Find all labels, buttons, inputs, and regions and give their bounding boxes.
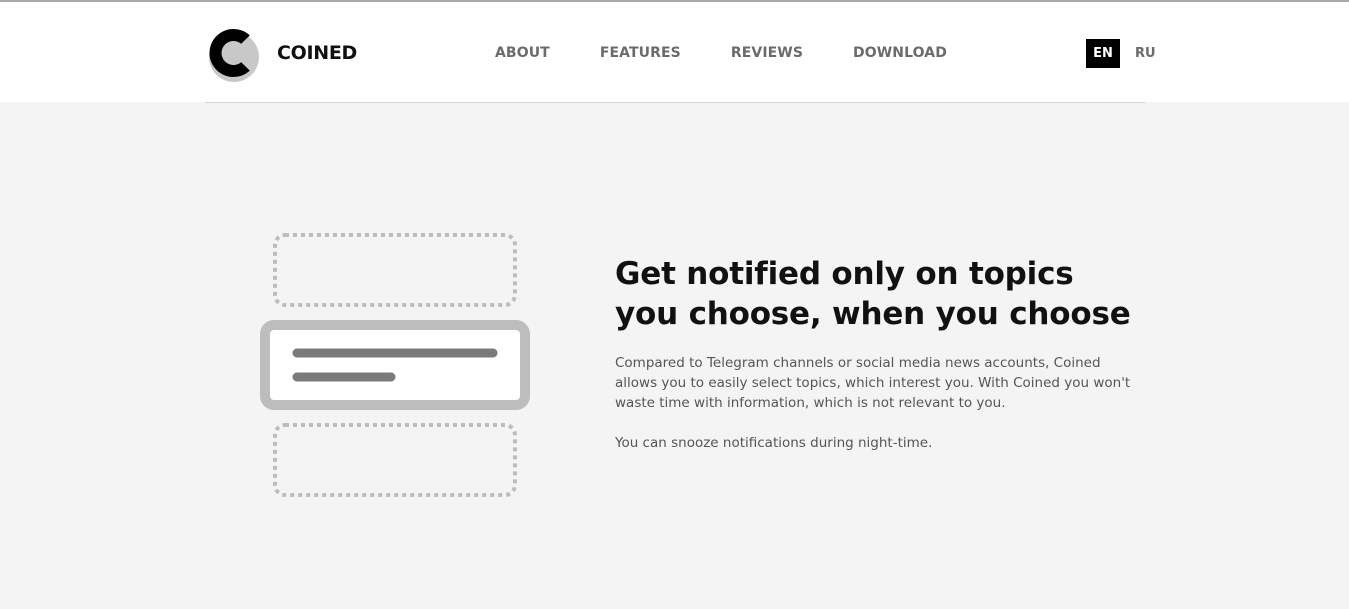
- feature-paragraph-1: Compared to Telegram channels or social …: [615, 355, 1131, 411]
- brand-name: COINED: [277, 42, 358, 64]
- dotted-card-bottom: [273, 423, 517, 497]
- nav-features[interactable]: FEATURES: [600, 45, 681, 61]
- language-en-button[interactable]: EN: [1086, 39, 1120, 68]
- nav-download[interactable]: DOWNLOAD: [853, 45, 947, 61]
- nav-reviews[interactable]: REVIEWS: [731, 45, 803, 61]
- feature-title: Get notified only on topics you choose, …: [615, 256, 1131, 332]
- language-ru-button[interactable]: RU: [1135, 39, 1156, 68]
- feature-description: Compared to Telegram channels or social …: [615, 353, 1135, 473]
- active-notification-card: [260, 320, 530, 410]
- notification-cards-illustration: [260, 233, 530, 497]
- feature-paragraph-2: You can snooze notifications during nigh…: [615, 435, 933, 451]
- logo-link[interactable]: COINED: [204, 22, 364, 84]
- coined-c-logo-icon: [209, 29, 259, 82]
- site-header: COINED ABOUT FEATURES REVIEWS DOWNLOAD E…: [0, 2, 1349, 102]
- dotted-card-top: [273, 233, 517, 307]
- header-divider: [205, 102, 1145, 103]
- main-nav: ABOUT FEATURES REVIEWS DOWNLOAD: [495, 45, 997, 61]
- nav-about[interactable]: ABOUT: [495, 45, 550, 61]
